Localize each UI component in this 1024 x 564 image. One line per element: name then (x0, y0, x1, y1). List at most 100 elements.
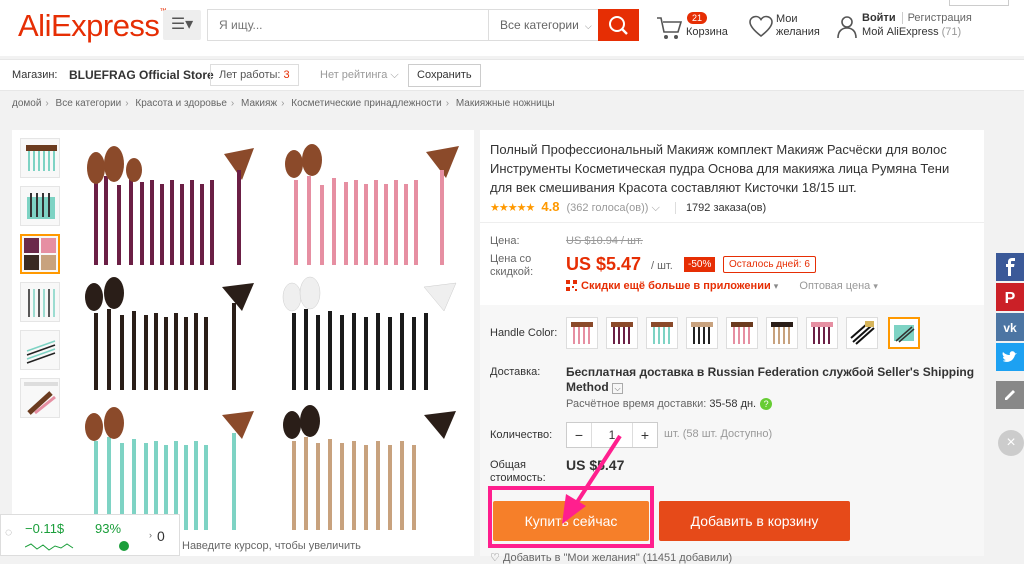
days-left-badge: Осталось дней: 6 (723, 256, 816, 273)
search-bar: Все категории⌵ (207, 9, 639, 41)
minus-icon[interactable]: − (567, 423, 591, 447)
color-swatch-5[interactable] (726, 317, 758, 349)
corner-widget (949, 0, 1009, 6)
thumbnail-teal[interactable] (20, 138, 60, 178)
breadcrumb-item[interactable]: Макияжные ножницы (456, 98, 555, 109)
store-name-link[interactable]: BLUEFRAG Official Store (69, 68, 214, 82)
signin-link[interactable]: Войти (862, 12, 896, 24)
categories-menu-button[interactable]: ☰▾ (163, 10, 201, 40)
app-discount-link[interactable]: Скидки ещё больше в приложении (581, 280, 771, 292)
product-title: Полный Профессиональный Макияж комплект … (490, 142, 950, 195)
my-aliexpress-link[interactable]: Мой AliExpress (71) (862, 26, 961, 38)
handle-color-label: Handle Color: (490, 327, 558, 339)
ticker-value: −0.11$ (25, 521, 65, 536)
thumbnail-6[interactable] (20, 378, 60, 418)
rating-row: ★★★★★ 4.8 (362 голоса(ов)) ⌵ 1792 заказа… (490, 199, 767, 215)
breadcrumb-item[interactable]: Все категории (56, 98, 122, 109)
register-link[interactable]: Регистрация (901, 12, 972, 24)
total-price: US $5.47 (566, 457, 625, 473)
help-icon[interactable]: ? (760, 398, 773, 410)
brush-collage-image (85, 144, 459, 530)
cart-label: Корзина (686, 26, 728, 38)
chevron-down-icon: ⌵ (612, 383, 623, 394)
cart-link[interactable]: 21 Корзина (655, 12, 735, 42)
main-product-image[interactable] (74, 140, 469, 535)
site-header: AliExpress™ ☰▾ Все категории⌵ 21 Корзина… (0, 0, 1024, 56)
breadcrumb-item[interactable]: Макияж (241, 98, 277, 109)
wishlist-link[interactable]: Мои желания (748, 12, 828, 42)
thumbnail-5[interactable] (20, 330, 60, 370)
widget-dot-icon: ◌ (5, 525, 13, 539)
rating-value: 4.8 (541, 199, 560, 214)
search-category-select[interactable]: Все категории ⌵ (488, 10, 599, 40)
svg-text:vk: vk (1003, 321, 1017, 335)
stock-note: шт. (58 шт. Доступно) (664, 428, 773, 440)
search-button[interactable] (598, 9, 639, 41)
per-unit: / шт. (651, 260, 673, 272)
thumbnail-teal-2[interactable] (20, 186, 60, 226)
total-label: Общая стоимость: (490, 459, 546, 484)
chevron-down-icon: ▾ (873, 281, 878, 291)
breadcrumb-item[interactable]: Красота и здоровье (135, 98, 227, 109)
store-rating-dropdown[interactable]: Нет рейтинга ⌵ (320, 69, 399, 82)
thumbnail-collage-selected[interactable] (20, 234, 60, 274)
save-store-button[interactable]: Сохранить (408, 64, 481, 87)
edit-icon[interactable] (996, 381, 1024, 409)
heart-icon: ♡ (490, 552, 500, 564)
twitter-icon[interactable] (996, 343, 1024, 371)
old-price: US $10.94 / шт. (566, 235, 643, 247)
facebook-icon[interactable] (996, 253, 1024, 281)
chevron-down-icon: ⌵ (390, 69, 399, 81)
ticker-zero: 0 (157, 528, 165, 544)
color-swatch-1[interactable] (566, 317, 598, 349)
thumbnail-list (20, 138, 62, 426)
quantity-input[interactable]: 1 (591, 423, 633, 447)
store-bar: Магазин: BLUEFRAG Official Store Лет раб… (0, 59, 1024, 91)
ticker-percent: 93% (95, 521, 122, 536)
plus-icon[interactable]: + (633, 423, 657, 447)
color-swatch-9-selected[interactable] (888, 317, 920, 349)
purchase-options: Handle Color: Доставка: Бесплатная доста… (480, 305, 984, 564)
thumbnail-4[interactable] (20, 282, 60, 322)
discount-price-label: Цена со скидкой: (490, 253, 534, 278)
zoom-hint: Наведите курсор, чтобы увеличить (182, 540, 361, 552)
store-years-badge: Лет работы: 3 (210, 64, 299, 86)
price-area: Цена: US $10.94 / шт. Цена со скидкой: US… (480, 222, 984, 300)
breadcrumb-item[interactable]: Косметические принадлежности (291, 98, 441, 109)
social-share-bar: P vk (996, 253, 1024, 411)
cart-icon (657, 17, 683, 39)
vk-icon[interactable]: vk (996, 313, 1024, 341)
search-input[interactable] (208, 10, 488, 40)
hamburger-icon: ☰▾ (170, 16, 194, 33)
breadcrumb-item[interactable]: домой (12, 98, 41, 109)
chevron-down-icon: ▾ (773, 281, 779, 291)
close-icon[interactable]: × (998, 430, 1024, 456)
add-to-cart-button[interactable]: Добавить в корзину (659, 501, 850, 541)
shipping-label: Доставка: (490, 366, 541, 378)
color-swatch-6[interactable] (766, 317, 798, 349)
add-to-wishlist-link[interactable]: ♡ Добавить в "Мои желания" (11451 добави… (490, 551, 732, 564)
color-swatch-3[interactable] (646, 317, 678, 349)
color-swatch-8[interactable] (846, 317, 878, 349)
user-icon (837, 16, 857, 39)
smile-icon (119, 541, 129, 551)
wishlist-label-line1: Мои (776, 13, 798, 25)
chevron-right-icon: › (149, 530, 152, 540)
wholesale-price-link[interactable]: Оптовая цена ▾ (799, 280, 877, 292)
delivery-time: Расчётное время доставки: 35-58 дн.? (566, 398, 773, 410)
reviews-link[interactable]: (362 голоса(ов)) ⌵ (567, 202, 660, 214)
product-info-panel: Полный Профессиональный Макияж комплект … (480, 130, 984, 564)
color-swatch-7[interactable] (806, 317, 838, 349)
store-prefix: Магазин: (12, 69, 58, 81)
pinterest-icon[interactable]: P (996, 283, 1024, 311)
shipping-method[interactable]: Бесплатная доставка в Russian Federation… (566, 365, 976, 395)
chevron-down-icon: ⌵ (651, 202, 660, 214)
color-swatch-2[interactable] (606, 317, 638, 349)
buy-now-button[interactable]: Купить сейчас (493, 501, 649, 541)
currency-ticker-widget: ◌ −0.11$ 93% › 0 (0, 514, 180, 556)
aliexpress-logo[interactable]: AliExpress™ (18, 8, 166, 44)
star-rating-icon: ★★★★★ (490, 202, 535, 214)
cart-count-badge: 21 (687, 12, 708, 24)
breadcrumb: домой › Все категории › Красота и здоровье… (12, 98, 555, 109)
color-swatch-4[interactable] (686, 317, 718, 349)
